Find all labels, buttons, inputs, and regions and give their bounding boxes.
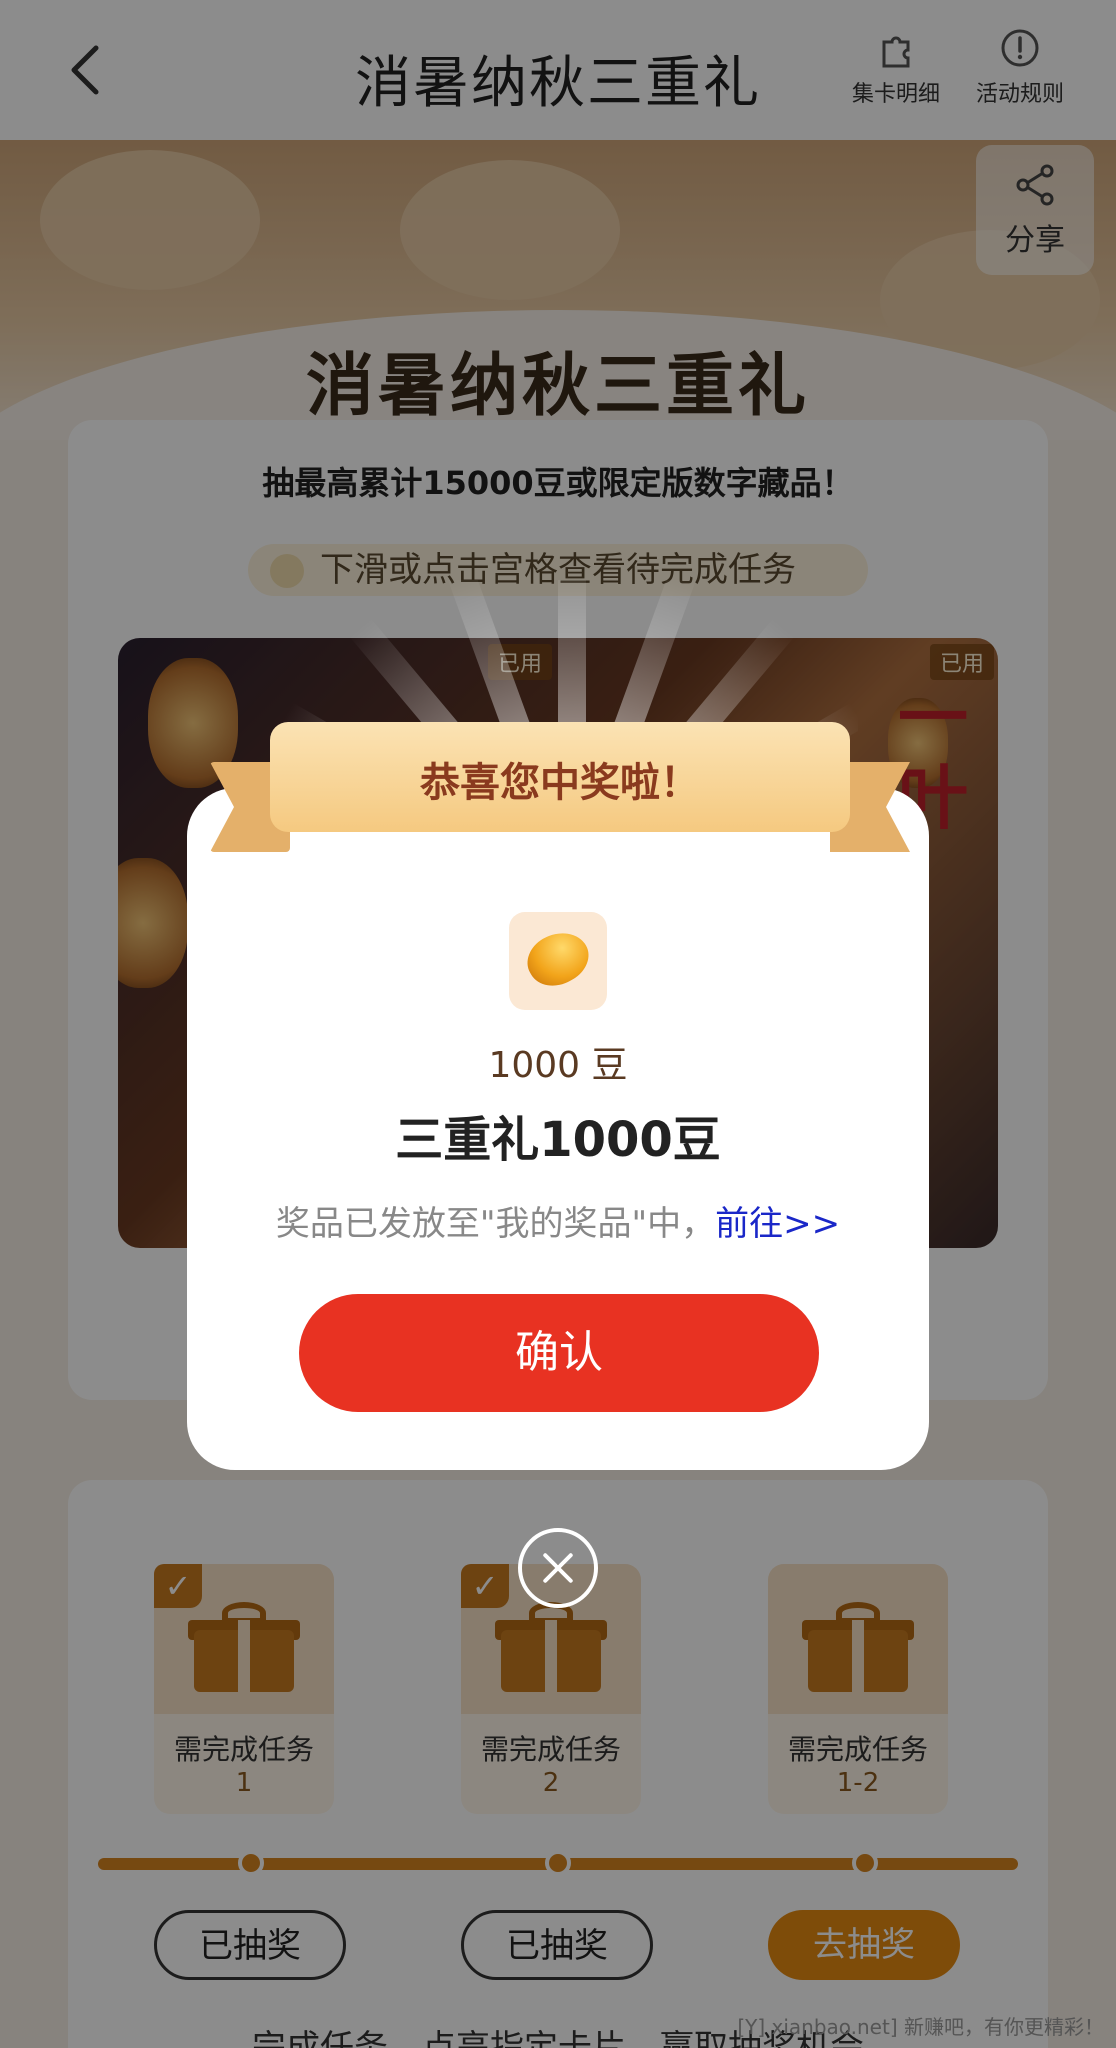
prize-dialog: 1000 豆 三重礼1000豆 奖品已发放至"我的奖品"中，前往>> 确认: [187, 788, 929, 1470]
prize-note-text: 奖品已发放至"我的奖品"中，: [275, 1204, 716, 1244]
my-prizes-link[interactable]: 前往>>: [715, 1204, 840, 1244]
confirm-button[interactable]: 确认: [299, 1294, 819, 1412]
congrats-text: 恭喜您中奖啦！: [420, 760, 700, 806]
prize-amount: 1000 豆: [488, 1045, 628, 1086]
bean-icon: [518, 921, 598, 997]
prize-name: 三重礼1000豆: [395, 1112, 721, 1168]
prize-image: [509, 912, 607, 1010]
close-icon[interactable]: [518, 1528, 598, 1608]
congrats-ribbon: 恭喜您中奖啦！: [210, 712, 910, 852]
watermark-text: [Y] xianbao.net] 新赚吧，有你更精彩！: [737, 2015, 1104, 2039]
ribbon-body: 恭喜您中奖啦！: [270, 722, 850, 832]
prize-note: 奖品已发放至"我的奖品"中，前往>>: [187, 1196, 929, 1245]
